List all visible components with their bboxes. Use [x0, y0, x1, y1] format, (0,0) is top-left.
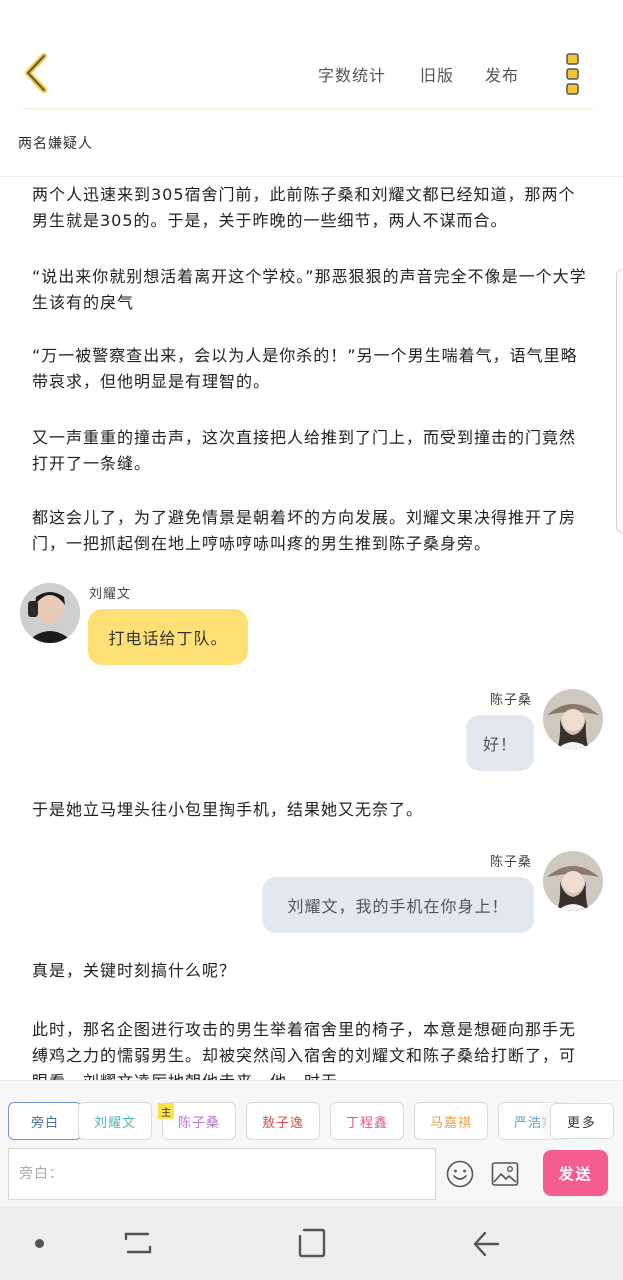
more-roles-button[interactable]: 更多 [550, 1103, 614, 1139]
role-chip-ding-chengxin[interactable]: 丁程鑫 [330, 1102, 404, 1140]
nav-dot-icon[interactable] [35, 1239, 44, 1248]
paragraph: 都这会儿了，为了避免情景是朝着坏的方向发展。刘耀文果决得推开了房门，一把抓起倒在… [32, 508, 577, 553]
old-version-button[interactable]: 旧版 [420, 62, 454, 86]
message-input[interactable] [8, 1148, 436, 1200]
send-button[interactable]: 发送 [543, 1150, 608, 1196]
message-bubble[interactable]: 刘耀文，我的手机在你身上！ [262, 877, 534, 933]
paragraph: 两个人迅速来到305宿舍门前，此前陈子桑和刘耀文都已经知道，那两个男生就是305… [32, 185, 576, 230]
role-chip-narrator[interactable]: 旁白 [8, 1102, 82, 1140]
home-icon[interactable] [298, 1228, 326, 1258]
message-bubble[interactable]: 好！ [466, 715, 534, 771]
chapter-title[interactable]: 两名嫌疑人 [18, 133, 93, 153]
message-sender-name: 陈子桑 [490, 693, 533, 708]
compose-bar: 发送 [0, 1143, 623, 1206]
role-chip-ma-jiaqi[interactable]: 马嘉祺 [414, 1102, 488, 1140]
avatar-chen-zisang[interactable] [543, 689, 603, 749]
more-menu-button[interactable] [562, 52, 584, 96]
publish-button[interactable]: 发布 [485, 62, 519, 86]
smiley-icon [446, 1160, 474, 1188]
avatar-chen-zisang[interactable] [543, 851, 603, 911]
avatar-liu-yaowen[interactable] [20, 583, 80, 643]
recents-icon[interactable] [124, 1230, 152, 1258]
paragraph: 于是她立马埋头往小包里掏手机，结果她又无奈了。 [32, 800, 424, 819]
paragraph: 此时，那名企图进行攻击的男生举着宿舍里的椅子，本意是想砸向那手无缚鸡之力的懦弱男… [32, 1020, 577, 1080]
message-bubble[interactable]: 打电话给丁队。 [88, 609, 248, 665]
paragraph: “万一被警察查出来，会以为人是你杀的！”另一个男生喘着气，语气里略带哀求，但他明… [32, 346, 578, 391]
paragraph: 又一声重重的撞击声，这次直接把人给推到了门上，而受到撞击的门竟然打开了一条缝。 [32, 428, 577, 473]
back-arrow-icon [25, 53, 47, 93]
back-button[interactable] [18, 50, 58, 96]
emoji-button[interactable] [446, 1160, 474, 1188]
top-app-bar: 字数统计 旧版 发布 [0, 0, 623, 108]
paragraph: “说出来你就别想活着离开这个学校。”那恶狠狠的声音完全不像是一个大学生该有的戾气 [32, 267, 587, 312]
lead-role-badge: 主 [158, 1103, 174, 1119]
person-avatar-icon [20, 583, 80, 643]
system-nav-bar [0, 1206, 623, 1280]
person-avatar-icon [543, 851, 603, 911]
image-icon [491, 1162, 519, 1186]
header-divider [22, 108, 594, 109]
role-chip-liu-yaowen[interactable]: 刘耀文 [78, 1102, 152, 1140]
person-avatar-icon [543, 689, 603, 749]
message-sender-name: 刘耀文 [89, 587, 132, 602]
story-content[interactable]: 两个人迅速来到305宿舍门前，此前陈子桑和刘耀文都已经知道，那两个男生就是305… [0, 177, 623, 1080]
role-selector-bar: 旁白 刘耀文 陈子桑 敖子逸 丁程鑫 马嘉祺 严浩翔 [0, 1080, 623, 1144]
scrollbar-thumb[interactable] [616, 269, 623, 533]
role-chip-ao-ziyi[interactable]: 敖子逸 [246, 1102, 320, 1140]
more-vertical-icon [566, 53, 579, 95]
paragraph: 真是，关键时刻搞什么呢？ [32, 961, 237, 980]
message-sender-name: 陈子桑 [490, 855, 533, 870]
word-count-button[interactable]: 字数统计 [318, 62, 386, 86]
back-nav-icon[interactable] [472, 1230, 500, 1258]
image-button[interactable] [491, 1161, 519, 1187]
